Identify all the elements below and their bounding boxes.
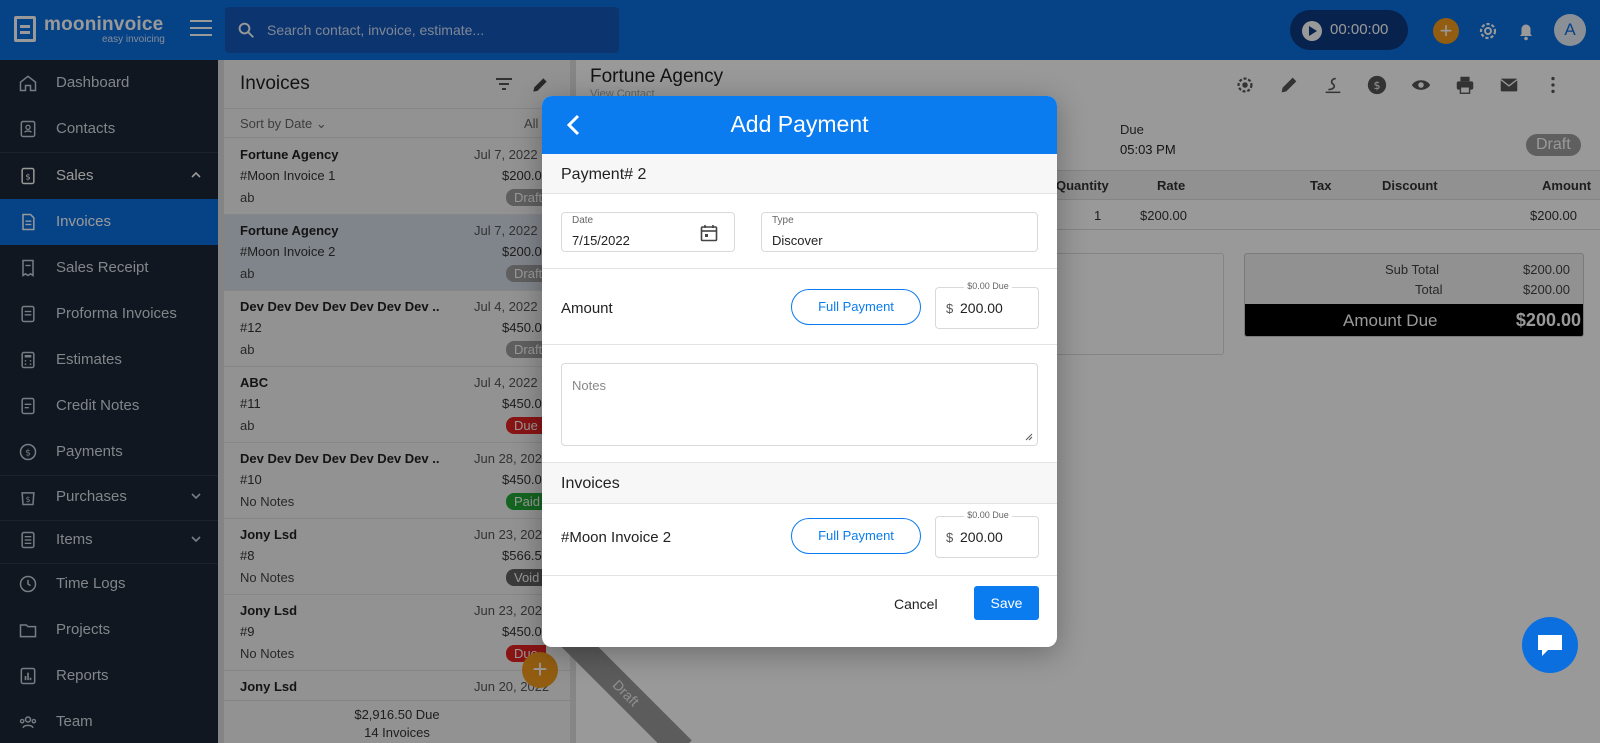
type-value: Discover	[772, 233, 823, 248]
amount-input[interactable]: $0.00 Due $ 200.00	[935, 281, 1039, 329]
due-hint-text: $0.00 Due	[964, 281, 1012, 291]
full-payment-button[interactable]: Full Payment	[791, 289, 921, 325]
due-hint-text: $0.00 Due	[964, 510, 1012, 520]
invoices-label: Invoices	[561, 475, 620, 492]
currency-symbol: $	[946, 301, 954, 316]
amount-value: 200.00	[960, 300, 1003, 316]
payment-number: Payment# 2	[561, 166, 647, 183]
chat-button[interactable]	[1522, 617, 1578, 673]
modal-title: Add Payment	[730, 111, 869, 137]
invoices-section: Invoices	[542, 462, 1057, 504]
date-label: Date	[572, 215, 594, 226]
notes-placeholder: Notes	[572, 378, 606, 393]
chat-icon	[1538, 635, 1562, 656]
currency-symbol: $	[946, 530, 954, 545]
amount-label: Amount	[561, 300, 613, 317]
invoice-amount-value: 200.00	[960, 529, 1003, 545]
date-value: 7/15/2022	[572, 233, 630, 248]
divider	[542, 575, 1057, 576]
resize-handle-icon[interactable]	[1025, 433, 1033, 441]
cancel-button[interactable]: Cancel	[894, 596, 938, 612]
invoice-full-payment-button[interactable]: Full Payment	[791, 518, 921, 554]
modal-header: Add Payment	[542, 96, 1057, 154]
payment-number-section: Payment# 2	[542, 154, 1057, 194]
calendar-icon[interactable]	[700, 224, 718, 242]
add-payment-modal: Add Payment Payment# 2 Date 7/15/2022 Ty…	[542, 96, 1057, 647]
divider	[542, 344, 1057, 345]
invoice-name: #Moon Invoice 2	[561, 529, 672, 546]
payment-type-select[interactable]: Type Discover	[761, 212, 1038, 252]
notes-textarea[interactable]: Notes	[561, 363, 1038, 446]
due-hint: $0.00 Due	[936, 281, 1040, 291]
date-field[interactable]: Date 7/15/2022	[561, 212, 735, 252]
divider	[542, 268, 1057, 269]
due-hint: $0.00 Due	[936, 510, 1040, 520]
type-label: Type	[772, 215, 794, 226]
invoice-amount-input[interactable]: $0.00 Due $ 200.00	[935, 510, 1039, 558]
save-button[interactable]: Save	[974, 586, 1039, 620]
